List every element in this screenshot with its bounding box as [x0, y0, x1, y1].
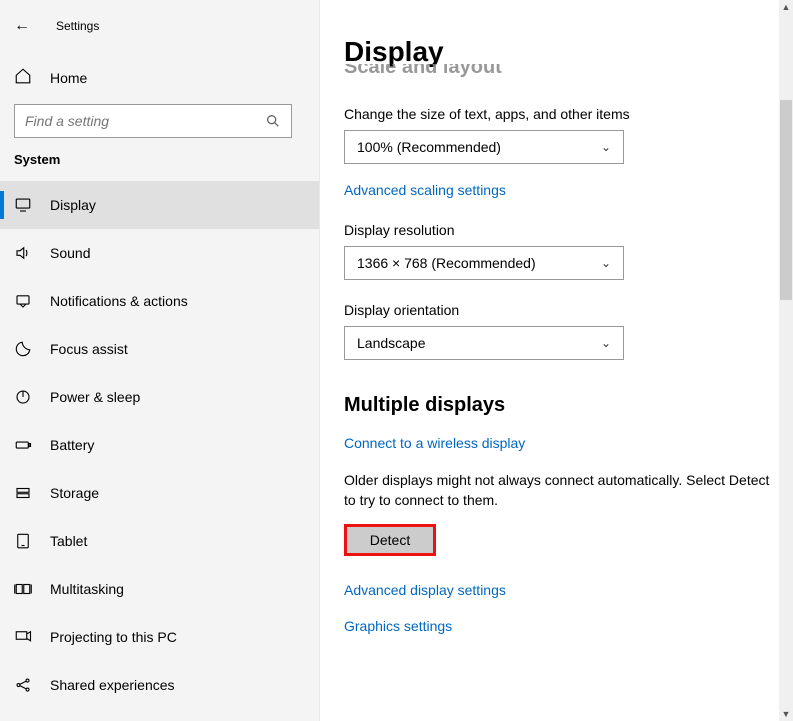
resolution-dropdown[interactable]: 1366 × 768 (Recommended) ⌄ [344, 246, 624, 280]
resolution-label: Display resolution [344, 222, 793, 238]
back-arrow-icon[interactable]: ← [14, 17, 34, 35]
nav-item-power[interactable]: Power & sleep [0, 373, 319, 421]
chevron-down-icon: ⌄ [601, 336, 611, 350]
nav-label: Sound [50, 245, 90, 261]
multitasking-icon [14, 580, 32, 598]
scroll-down-arrow-icon[interactable]: ▼ [779, 707, 793, 721]
nav-item-focus-assist[interactable]: Focus assist [0, 325, 319, 373]
main-panel: Display Scale and layout Change the size… [320, 0, 793, 721]
home-icon [14, 67, 32, 90]
shared-icon [14, 676, 32, 694]
search-icon [265, 113, 281, 129]
graphics-settings-link[interactable]: Graphics settings [344, 618, 452, 634]
window-title: Settings [56, 19, 99, 33]
scrollbar-thumb[interactable] [780, 100, 792, 300]
nav-label: Focus assist [50, 341, 128, 357]
nav-label: Battery [50, 437, 94, 453]
battery-icon [14, 436, 32, 454]
nav-label: Power & sleep [50, 389, 140, 405]
nav-item-tablet[interactable]: Tablet [0, 517, 319, 565]
notifications-icon [14, 292, 32, 310]
nav-item-shared[interactable]: Shared experiences [0, 661, 319, 709]
tablet-icon [14, 532, 32, 550]
nav-label: Multitasking [50, 581, 124, 597]
scale-label: Change the size of text, apps, and other… [344, 106, 793, 122]
wireless-display-link[interactable]: Connect to a wireless display [344, 435, 525, 451]
nav-item-display[interactable]: Display [0, 181, 319, 229]
nav-item-projecting[interactable]: Projecting to this PC [0, 613, 319, 661]
nav-item-storage[interactable]: Storage [0, 469, 319, 517]
nav-item-sound[interactable]: Sound [0, 229, 319, 277]
scroll-up-arrow-icon[interactable]: ▲ [779, 0, 793, 14]
nav-label: Shared experiences [50, 677, 175, 693]
storage-icon [14, 484, 32, 502]
orientation-dropdown[interactable]: Landscape ⌄ [344, 326, 624, 360]
nav-item-multitasking[interactable]: Multitasking [0, 565, 319, 613]
detect-button[interactable]: Detect [344, 524, 436, 556]
nav-item-battery[interactable]: Battery [0, 421, 319, 469]
projecting-icon [14, 628, 32, 646]
multiple-displays-heading: Multiple displays [344, 394, 793, 417]
nav-label: Display [50, 197, 96, 213]
nav-label: Storage [50, 485, 99, 501]
nav-label: Projecting to this PC [50, 629, 177, 645]
nav-label: Notifications & actions [50, 293, 188, 309]
home-label: Home [50, 70, 87, 86]
advanced-scaling-link[interactable]: Advanced scaling settings [344, 182, 506, 198]
scale-dropdown[interactable]: 100% (Recommended) ⌄ [344, 130, 624, 164]
advanced-display-link[interactable]: Advanced display settings [344, 582, 506, 598]
sound-icon [14, 244, 32, 262]
chevron-down-icon: ⌄ [601, 140, 611, 154]
detect-button-label: Detect [370, 532, 410, 548]
home-nav[interactable]: Home [0, 58, 319, 98]
power-icon [14, 388, 32, 406]
orientation-value: Landscape [357, 335, 426, 351]
display-icon [14, 196, 32, 214]
search-input[interactable] [25, 113, 265, 129]
nav-item-notifications[interactable]: Notifications & actions [0, 277, 319, 325]
chevron-down-icon: ⌄ [601, 256, 611, 270]
nav-label: Tablet [50, 533, 87, 549]
search-box[interactable] [14, 104, 292, 138]
focus-assist-icon [14, 340, 32, 358]
orientation-label: Display orientation [344, 302, 793, 318]
settings-sidebar: ← Settings Home System Display Sound Not… [0, 0, 320, 721]
search-wrap [0, 98, 319, 152]
vertical-scrollbar[interactable]: ▲ ▼ [779, 0, 793, 721]
resolution-value: 1366 × 768 (Recommended) [357, 255, 536, 271]
header-row: ← Settings [0, 8, 319, 44]
detect-hint-text: Older displays might not always connect … [344, 471, 784, 510]
section-label: System [0, 152, 319, 167]
scale-layout-heading: Scale and layout [344, 64, 793, 82]
scale-value: 100% (Recommended) [357, 139, 501, 155]
